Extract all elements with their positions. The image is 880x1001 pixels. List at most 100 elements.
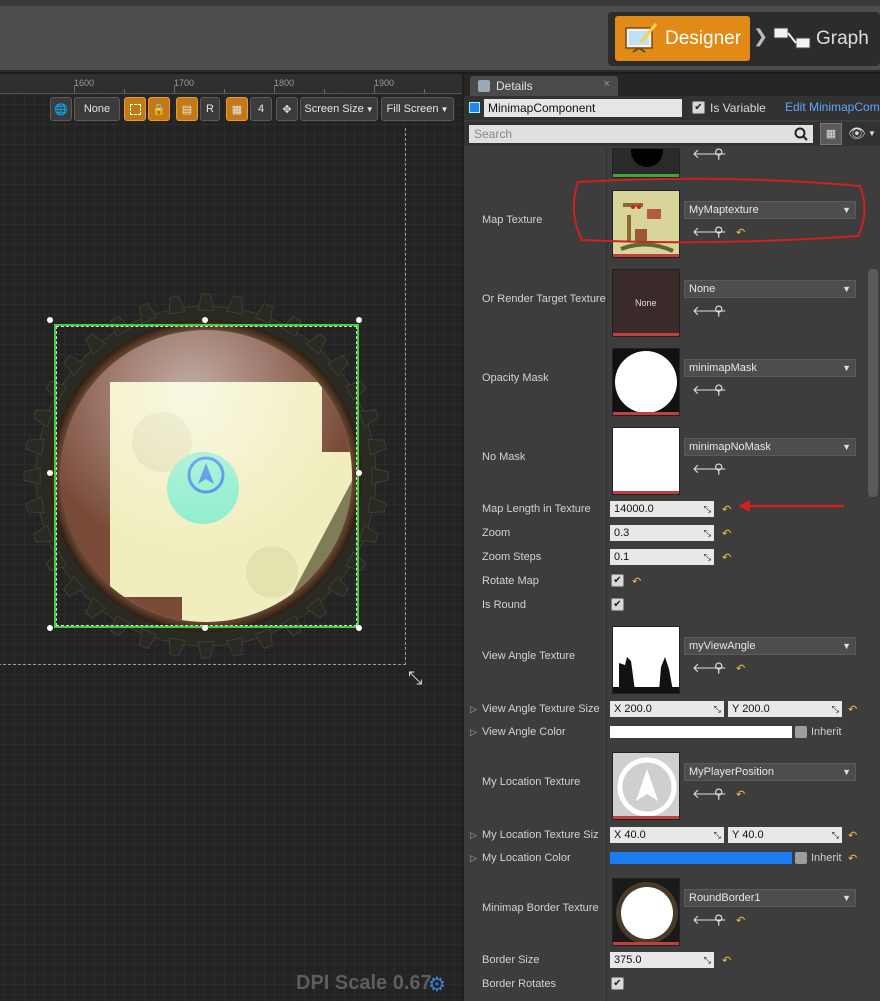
inherit-checkbox[interactable] [795,726,807,738]
view-angle-thumbnail[interactable] [612,626,680,694]
resize-handle[interactable] [202,625,208,631]
reset-to-default-icon[interactable]: ↶ [736,914,745,927]
lock-toggle[interactable]: 🔒 [148,97,170,121]
gear-tooth [367,438,387,456]
browse-search-icon[interactable]: ⚲ [714,786,724,802]
grid-snap-toggle[interactable]: ▦ [226,97,248,121]
expand-arrow-icon[interactable]: ▷ [470,704,477,715]
close-icon[interactable]: × [604,78,610,90]
transform-toggle[interactable]: ✥ [276,97,298,121]
reset-to-default-icon[interactable]: ↶ [736,788,745,801]
texture-thumbnail[interactable] [612,148,680,178]
respect-locks-toggle[interactable]: ▤ [176,97,198,121]
opacity-mask-value: minimapMask [689,362,757,374]
border-texture-thumbnail[interactable] [612,878,680,946]
resize-handle[interactable] [356,625,362,631]
bounds-toggle[interactable] [124,97,146,121]
border-size-field[interactable]: 375.0 ⤡ [610,952,714,968]
reset-to-default-icon[interactable]: ↶ [736,662,745,675]
r-toggle[interactable]: R [200,97,220,121]
resize-handle[interactable] [47,625,53,631]
view-angle-color-swatch[interactable] [610,726,792,738]
inherit-label: Inherit [811,726,842,738]
details-scrollbar[interactable] [868,269,878,497]
my-location-color-swatch[interactable] [610,852,792,864]
expand-arrow-icon[interactable]: ▷ [470,853,477,864]
resize-handle[interactable] [47,470,53,476]
resize-diagonal-icon[interactable]: ⤡ [408,668,422,689]
view-angle-size-label: View Angle Texture Size [482,703,600,715]
is-variable-checkbox[interactable]: ✔ [692,101,705,114]
is-round-checkbox[interactable]: ✔ [611,598,624,611]
zoom-field[interactable]: 0.3 ⤡ [610,525,714,541]
browse-search-icon[interactable]: ⚲ [714,461,724,477]
reset-to-default-icon[interactable]: ↶ [632,575,641,588]
border-texture-label: Minimap Border Texture [482,902,599,914]
graph-mode-button[interactable]: Graph [770,16,880,61]
no-mask-asset-picker[interactable]: minimapNoMask ▼ [684,438,856,456]
reset-to-default-icon[interactable]: ↶ [722,954,731,967]
gear-tooth [197,641,215,659]
browse-search-icon[interactable]: ⚲ [714,660,724,676]
localize-button[interactable]: 🌐 [50,97,72,121]
my-location-size-x-field[interactable]: X 40.0 ⤡ [610,827,724,843]
browse-search-icon[interactable]: ⚲ [714,148,724,162]
caret-down-icon: ▼ [842,363,851,373]
reset-to-default-icon[interactable]: ↶ [848,703,857,716]
render-target-asset-picker[interactable]: None ▼ [684,280,856,298]
opacity-mask-thumbnail[interactable] [612,348,680,416]
my-location-size-y-field[interactable]: Y 40.0 ⤡ [728,827,842,843]
grid-size-dropdown[interactable]: 4 [250,97,272,121]
render-target-thumbnail[interactable]: None [612,269,680,337]
caret-down-icon[interactable]: ▼ [868,129,876,138]
designer-mode-button[interactable]: Designer [615,16,750,61]
view-angle-size-x-field[interactable]: X 200.0 ⤡ [610,701,724,717]
view-angle-color-label: View Angle Color [482,726,566,738]
reset-to-default-icon[interactable]: ↶ [848,852,857,865]
reset-to-default-icon[interactable]: ↶ [722,551,731,564]
property-matrix-button[interactable]: ▦ [820,123,842,145]
header-strip [0,0,880,6]
rotate-map-checkbox[interactable]: ✔ [611,574,624,587]
browse-search-icon[interactable]: ⚲ [714,912,724,928]
fill-screen-dropdown[interactable]: Fill Screen ▼ [381,97,454,121]
reset-to-default-icon[interactable]: ↶ [848,829,857,842]
no-mask-thumbnail[interactable] [612,427,680,495]
reset-to-default-icon[interactable]: ↶ [722,503,731,516]
column-divider[interactable] [606,148,607,1001]
zoom-steps-field[interactable]: 0.1 ⤡ [610,549,714,565]
my-location-size-y: Y 40.0 [732,829,764,841]
map-length-field[interactable]: 14000.0 ⤡ [610,501,714,517]
component-name-input[interactable]: MinimapComponent [484,99,682,117]
expand-arrow-icon[interactable]: ▷ [470,830,477,841]
reset-to-default-icon[interactable]: ↶ [722,527,731,540]
view-angle-asset-picker[interactable]: myViewAngle ▼ [684,637,856,655]
my-location-asset-picker[interactable]: MyPlayerPosition ▼ [684,763,856,781]
tab-details[interactable]: Details × [470,76,618,96]
resize-handle[interactable] [202,317,208,323]
fill-screen-label: Fill Screen [386,103,439,115]
resize-handle[interactable] [356,317,362,323]
my-location-thumbnail[interactable] [612,752,680,820]
resize-handle[interactable] [356,470,362,476]
eye-icon[interactable]: 👁 [848,125,866,142]
edit-component-link[interactable]: Edit MinimapCom [785,100,880,114]
expand-arrow-icon[interactable]: ▷ [470,727,477,738]
gear-icon[interactable]: ⚙ [428,972,446,997]
search-icon[interactable] [794,127,808,144]
designer-label: Designer [665,28,742,49]
culture-dropdown[interactable]: None [74,97,120,121]
view-angle-size-y-field[interactable]: Y 200.0 ⤡ [728,701,842,717]
inherit-checkbox[interactable] [795,852,807,864]
browse-search-icon[interactable]: ⚲ [714,303,724,319]
resize-handle[interactable] [47,317,53,323]
screen-size-dropdown[interactable]: Screen Size ▼ [300,97,378,121]
search-input[interactable]: Search [469,125,813,143]
border-texture-asset-picker[interactable]: RoundBorder1 ▼ [684,889,856,907]
ruler-tick [424,89,425,93]
gear-tooth [23,467,41,485]
opacity-mask-asset-picker[interactable]: minimapMask ▼ [684,359,856,377]
browse-search-icon[interactable]: ⚲ [714,382,724,398]
border-rotates-checkbox[interactable]: ✔ [611,977,624,990]
spin-arrows-icon: ⤡ [703,504,711,514]
